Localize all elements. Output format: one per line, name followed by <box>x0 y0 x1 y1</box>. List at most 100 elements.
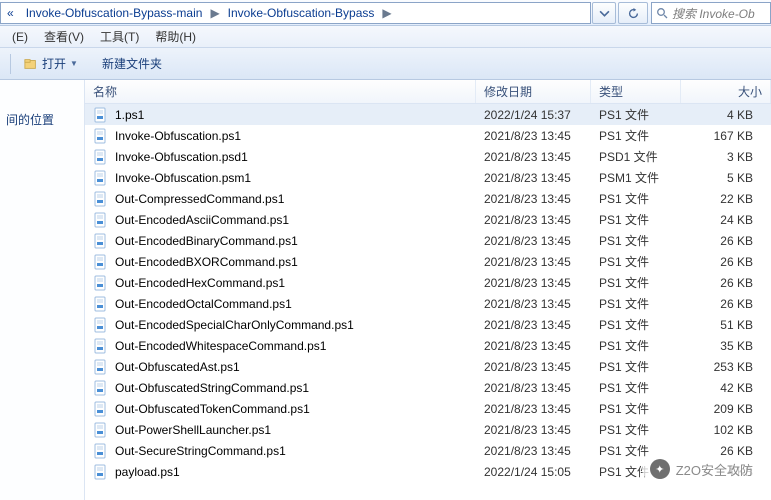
chevron-right-icon[interactable]: ▶ <box>208 6 221 20</box>
file-type: PS1 文件 <box>591 232 681 249</box>
file-name: Out-PowerShellLauncher.ps1 <box>115 423 271 437</box>
watermark-text: Z2O安全攻防 <box>676 460 753 479</box>
menu-view[interactable]: 查看(V) <box>36 26 92 47</box>
file-row[interactable]: Out-ObfuscatedTokenCommand.ps12021/8/23 … <box>85 398 771 419</box>
ps-file-icon <box>93 254 109 270</box>
open-icon <box>24 57 38 71</box>
file-date: 2021/8/23 13:45 <box>476 129 591 143</box>
menu-tools[interactable]: 工具(T) <box>92 26 147 47</box>
ps-file-icon <box>93 380 109 396</box>
file-list[interactable]: 1.ps12022/1/24 15:37PS1 文件4 KBInvoke-Obf… <box>85 104 771 500</box>
ps-file-icon <box>93 149 109 165</box>
file-name: Out-EncodedBinaryCommand.ps1 <box>115 234 298 248</box>
breadcrumb-seg-1[interactable]: Invoke-Obfuscation-Bypass-main <box>20 3 209 23</box>
file-pane: 名称 修改日期 类型 大小 1.ps12022/1/24 15:37PS1 文件… <box>85 80 771 500</box>
file-type: PS1 文件 <box>591 316 681 333</box>
file-size: 4 KB <box>681 108 771 122</box>
file-row[interactable]: Out-EncodedSpecialCharOnlyCommand.ps1202… <box>85 314 771 335</box>
file-type: PSD1 文件 <box>591 148 681 165</box>
search-placeholder: 搜索 Invoke-Ob <box>672 5 755 22</box>
file-size: 26 KB <box>681 255 771 269</box>
file-name: Invoke-Obfuscation.psm1 <box>115 171 251 185</box>
file-date: 2021/8/23 13:45 <box>476 339 591 353</box>
file-row[interactable]: Out-ObfuscatedStringCommand.ps12021/8/23… <box>85 377 771 398</box>
file-row[interactable]: Invoke-Obfuscation.psm1 2021/8/23 13:45PS… <box>85 167 771 188</box>
ps-file-icon <box>93 191 109 207</box>
refresh-icon <box>628 8 639 19</box>
toolbar-separator <box>10 54 11 74</box>
file-date: 2021/8/23 13:45 <box>476 192 591 206</box>
file-row[interactable]: Out-CompressedCommand.ps1 2021/8/23 13:45… <box>85 188 771 209</box>
file-row[interactable]: Invoke-Obfuscation.ps12021/8/23 13:45PS1… <box>85 125 771 146</box>
file-type: PSM1 文件 <box>591 169 681 186</box>
file-size: 5 KB <box>681 171 771 185</box>
file-type: PS1 文件 <box>591 421 681 438</box>
menu-edit[interactable]: (E) <box>4 28 36 46</box>
ps-file-icon <box>93 275 109 291</box>
file-size: 24 KB <box>681 213 771 227</box>
open-button[interactable]: 打开 ▼ <box>15 51 87 76</box>
file-date: 2021/8/23 13:45 <box>476 171 591 185</box>
menu-help[interactable]: 帮助(H) <box>147 26 204 47</box>
file-row[interactable]: Out-EncodedOctalCommand.ps1 2021/8/23 13:… <box>85 293 771 314</box>
new-folder-button[interactable]: 新建文件夹 <box>93 51 171 76</box>
refresh-button[interactable] <box>618 2 648 24</box>
file-date: 2021/8/23 13:45 <box>476 423 591 437</box>
nav-recent-places[interactable]: 间的位置 <box>4 108 80 131</box>
file-size: 102 KB <box>681 423 771 437</box>
file-row[interactable]: Out-EncodedAsciiCommand.ps1 2021/8/23 13:… <box>85 209 771 230</box>
file-type: PS1 文件 <box>591 127 681 144</box>
file-row[interactable]: Out-ObfuscatedAst.ps12021/8/23 13:45PS1 … <box>85 356 771 377</box>
menu-bar: (E) 查看(V) 工具(T) 帮助(H) <box>0 26 771 48</box>
file-date: 2022/1/24 15:37 <box>476 108 591 122</box>
search-icon <box>656 7 668 19</box>
file-date: 2021/8/23 13:45 <box>476 213 591 227</box>
file-size: 253 KB <box>681 360 771 374</box>
file-type: PS1 文件 <box>591 358 681 375</box>
open-label: 打开 <box>42 55 66 72</box>
ps-file-icon <box>93 359 109 375</box>
breadcrumb-dropdown-button[interactable] <box>592 2 616 24</box>
chevron-down-icon: ▼ <box>70 59 78 68</box>
wechat-icon: ✦ <box>650 459 670 479</box>
file-row[interactable]: Out-EncodedHexCommand.ps12021/8/23 13:45… <box>85 272 771 293</box>
chevron-right-icon[interactable]: ▶ <box>380 6 393 20</box>
file-row[interactable]: Out-PowerShellLauncher.ps1 2021/8/23 13:4… <box>85 419 771 440</box>
file-date: 2021/8/23 13:45 <box>476 276 591 290</box>
column-header-type[interactable]: 类型 <box>591 80 681 103</box>
breadcrumb-seg-2[interactable]: Invoke-Obfuscation-Bypass <box>222 3 381 23</box>
file-date: 2021/8/23 13:45 <box>476 297 591 311</box>
chevron-down-icon <box>599 8 610 19</box>
file-type: PS1 文件 <box>591 106 681 123</box>
file-row[interactable]: Invoke-Obfuscation.psd12021/8/23 13:45PS… <box>85 146 771 167</box>
file-size: 26 KB <box>681 234 771 248</box>
file-date: 2021/8/23 13:45 <box>476 381 591 395</box>
file-row[interactable]: Out-EncodedBXORCommand.ps12021/8/23 13:4… <box>85 251 771 272</box>
file-size: 26 KB <box>681 297 771 311</box>
file-date: 2021/8/23 13:45 <box>476 360 591 374</box>
file-size: 26 KB <box>681 276 771 290</box>
file-row[interactable]: Out-EncodedBinaryCommand.ps1 2021/8/23 13… <box>85 230 771 251</box>
file-name: Out-EncodedAsciiCommand.ps1 <box>115 213 289 227</box>
file-name: Out-EncodedOctalCommand.ps1 <box>115 297 292 311</box>
breadcrumb-overflow-icon[interactable]: « <box>1 3 20 23</box>
file-date: 2021/8/23 13:45 <box>476 444 591 458</box>
column-header-name[interactable]: 名称 <box>85 80 476 103</box>
search-input[interactable]: 搜索 Invoke-Ob <box>651 2 771 24</box>
file-row[interactable]: 1.ps1 2022/1/24 15:37PS1 文件4 KB <box>85 104 771 125</box>
column-header-size[interactable]: 大小 <box>681 80 771 103</box>
file-row[interactable]: Out-EncodedWhitespaceCommand.ps12021/8/2… <box>85 335 771 356</box>
file-size: 42 KB <box>681 381 771 395</box>
file-date: 2021/8/23 13:45 <box>476 150 591 164</box>
file-name: 1.ps1 <box>115 108 144 122</box>
breadcrumb-bar[interactable]: « Invoke-Obfuscation-Bypass-main ▶ Invok… <box>0 2 591 24</box>
ps-file-icon <box>93 170 109 186</box>
column-header-row: 名称 修改日期 类型 大小 <box>85 80 771 104</box>
ps-file-icon <box>93 233 109 249</box>
file-name: Out-CompressedCommand.ps1 <box>115 192 284 206</box>
file-size: 51 KB <box>681 318 771 332</box>
ps-file-icon <box>93 422 109 438</box>
file-size: 35 KB <box>681 339 771 353</box>
file-date: 2021/8/23 13:45 <box>476 234 591 248</box>
column-header-date[interactable]: 修改日期 <box>476 80 591 103</box>
